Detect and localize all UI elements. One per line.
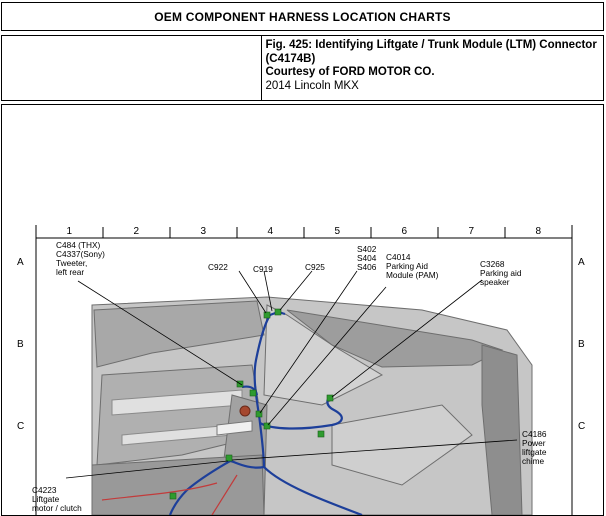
grid-row-label-right: A — [578, 257, 585, 268]
grid-col-label: 5 — [335, 226, 341, 237]
vehicle-line: 2014 Lincoln MKX — [265, 79, 359, 92]
figure-area: 1 2 3 4 5 6 7 8 A A B B C C C484 (THX) C4337(Sony) T… — [1, 104, 604, 516]
grid-col-label: 8 — [536, 226, 542, 237]
callout-c925: C925 — [305, 262, 325, 272]
vehicle-body-illustration — [91, 296, 533, 515]
harness-location-diagram: 1 2 3 4 5 6 7 8 A A B B C C C484 (THX) C4337(Sony… — [17, 225, 585, 515]
grid-row-label-left: C — [17, 421, 24, 432]
callout-s402: S402 S404 S406 — [357, 244, 379, 272]
callout-c4186: C4186 Power liftgate chime — [522, 429, 549, 466]
grid-col-label: 4 — [268, 226, 274, 237]
figure-caption: Fig. 425: Identifying Liftgate / Trunk M… — [265, 39, 597, 65]
grid-col-label: 2 — [134, 226, 140, 237]
courtesy-line: Courtesy of FORD MOTOR CO. — [265, 66, 435, 78]
page-title: OEM COMPONENT HARNESS LOCATION CHARTS — [1, 2, 604, 31]
grid-col-label: 1 — [67, 226, 73, 237]
grid-row-label-right: C — [578, 421, 585, 432]
callout-c3268: C3268 Parking aid speaker — [480, 259, 524, 287]
grid-col-label: 6 — [402, 226, 408, 237]
callout-c919: C919 — [253, 264, 273, 274]
grid-row-label-left: A — [17, 257, 24, 268]
callout-c922: C922 — [208, 262, 228, 272]
caption-spacer — [2, 36, 263, 100]
grid-row-label-left: B — [17, 339, 24, 350]
callout-c484: C484 (THX) C4337(Sony) Tweeter, left rea… — [56, 240, 107, 277]
caption-text: Fig. 425: Identifying Liftgate / Trunk M… — [262, 36, 603, 100]
callout-c4014: C4014 Parking Aid Module (PAM) — [386, 252, 439, 280]
grid-col-label: 3 — [201, 226, 207, 237]
page: OEM COMPONENT HARNESS LOCATION CHARTS Fi… — [0, 0, 604, 516]
grid-col-label: 7 — [469, 226, 475, 237]
grid-row-label-right: B — [578, 339, 585, 350]
caption-box: Fig. 425: Identifying Liftgate / Trunk M… — [1, 35, 604, 101]
